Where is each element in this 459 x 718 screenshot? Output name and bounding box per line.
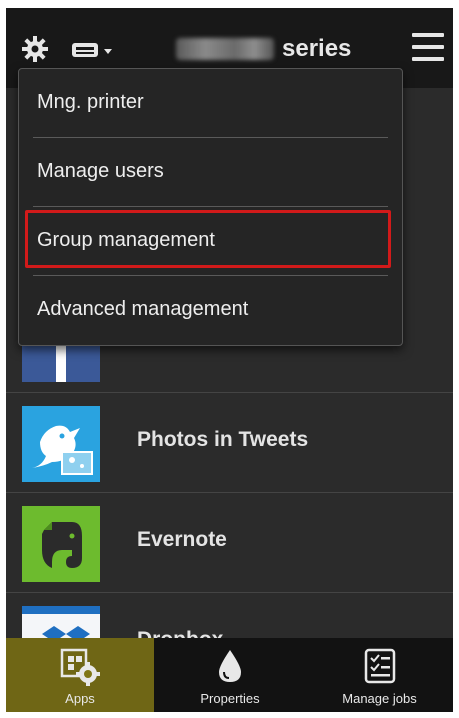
ink-drop-icon [219,650,241,682]
app-label: Evernote [137,528,227,551]
tab-manage-jobs[interactable]: Manage jobs [306,638,453,712]
printer-select-icon[interactable] [72,40,122,62]
tab-label: Apps [65,691,95,706]
list-item-photos-in-tweets[interactable]: Photos in Tweets [6,392,453,493]
page-title: series [282,35,352,62]
printer-title: series [176,34,351,64]
tab-apps[interactable]: Apps [6,638,154,712]
gear-icon[interactable] [22,36,48,62]
tab-properties[interactable]: Properties [156,638,304,712]
menu-item-label: Mng. printer [37,91,144,113]
tab-label: Properties [200,691,260,706]
menu-item-advanced-management[interactable]: Advanced management [19,276,402,344]
apps-icon [60,648,100,686]
list-item-evernote[interactable]: Evernote [6,492,453,593]
menu-item-label: Manage users [37,160,164,182]
settings-dropdown-menu: Mng. printer Manage users Group manageme… [18,68,403,346]
hamburger-menu-icon[interactable] [412,33,444,63]
menu-item-manage-users[interactable]: Manage users [19,138,402,206]
job-list-icon [364,648,395,684]
printer-model-redacted [176,38,274,60]
twitter-bird-icon [22,406,100,482]
bottom-navigation: Apps Properties Manage jobs [6,638,453,712]
menu-item-mng-printer[interactable]: Mng. printer [19,69,402,137]
highlight-box [25,210,391,268]
phone-screen: series Facebook [6,8,453,712]
menu-item-label: Advanced management [37,298,249,320]
app-label: Photos in Tweets [137,428,309,451]
evernote-icon [22,506,100,582]
tab-label: Manage jobs [342,691,417,706]
